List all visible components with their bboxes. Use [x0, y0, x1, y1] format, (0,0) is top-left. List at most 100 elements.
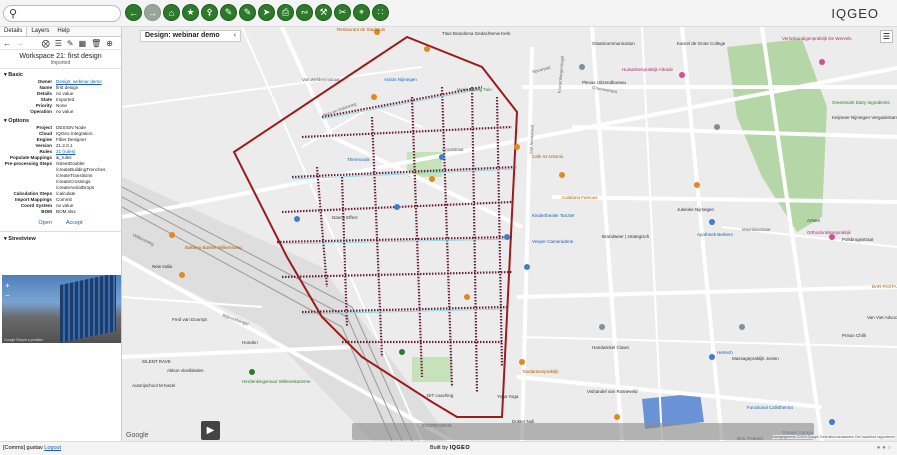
map-place-label[interactable]: Autorijschool M Kazel: [132, 383, 175, 388]
map-place-label[interactable]: Polsbrugsstraat: [842, 237, 873, 242]
panel-tabs: Details Layers Help: [0, 27, 121, 37]
logout-link[interactable]: Logout: [44, 445, 61, 451]
printer-icon[interactable]: ⎙: [277, 4, 294, 21]
map-place-label[interactable]: New India: [152, 264, 172, 269]
map-place-label[interactable]: Thermoods: [347, 157, 370, 162]
property-value: BOM.xlsx: [56, 209, 76, 214]
cut-icon[interactable]: ✂: [334, 4, 351, 21]
map-place-label[interactable]: Brandweer | strategisch: [602, 234, 649, 239]
user-info: [Comms] gustav Logout: [3, 445, 62, 451]
tab-help[interactable]: Help: [53, 27, 73, 36]
route-icon[interactable]: ∾: [296, 4, 313, 21]
design-title-bar[interactable]: Design: webinar demo ‹: [140, 30, 242, 42]
street-label: Mauritiusstraat: [742, 227, 771, 232]
streetview-image[interactable]: + − Google Report a problem: [2, 275, 121, 343]
map-place-label[interactable]: Bakkery Banket Willemsweg: [185, 245, 242, 250]
map-place-label[interactable]: Honden: [242, 340, 258, 345]
map-place-label[interactable]: Greenmark Dairy Ingredients: [832, 100, 890, 105]
streetview-header[interactable]: ▾ Streetview: [0, 232, 121, 245]
map-place-label[interactable]: Plexus Uitzendbureau: [582, 80, 626, 85]
map-place-label[interactable]: Handwinkel Clown: [592, 345, 629, 350]
map-place-label[interactable]: Apotheek Berkers: [697, 232, 733, 237]
panel-icon-row: ← → ⨂ ☰ ✎ ▦ 🗑 ⊕: [0, 37, 121, 50]
search-input[interactable]: [21, 7, 117, 20]
map-place-label[interactable]: Akkon vloeibleden: [167, 368, 204, 373]
delete-icon[interactable]: 🗑: [91, 39, 101, 48]
workspace-header: Workspace 21: first design Imported: [0, 50, 121, 69]
map-place-label[interactable]: Jukeoke Nijmegen: [677, 207, 714, 212]
map-place-label[interactable]: Yoga Yoga: [497, 394, 518, 399]
tag-icon[interactable]: ⚴: [201, 4, 218, 21]
send-icon[interactable]: ➤: [258, 4, 275, 21]
share-icon[interactable]: ∷: [372, 4, 389, 21]
map-place-label[interactable]: DIT coaching: [427, 393, 453, 398]
map-place-label[interactable]: Hertech: [717, 350, 733, 355]
home-icon[interactable]: ⌂: [163, 4, 180, 21]
map-place-label[interactable]: Van Viet Advocaten: [867, 315, 897, 320]
map-tools: ← → ⌂ ★ ⚴ ✎ ✎ ➤ ⎙ ∾ ⚒ ✂ ⌖ ∷: [125, 4, 389, 23]
grid-icon[interactable]: ▦: [79, 39, 87, 48]
property-row: BOM BOM.xlsx: [0, 209, 121, 215]
map-place-label[interactable]: BAR PASTA: [872, 284, 897, 289]
network-icon[interactable]: ⌖: [353, 4, 370, 21]
map-place-label[interactable]: Fred van Doompt: [172, 317, 207, 322]
edit-icon[interactable]: ✎: [67, 39, 74, 48]
map-place-label[interactable]: Vishandel van Rosseveld: [587, 389, 637, 394]
map-place-label[interactable]: Action Nijmegen: [384, 77, 417, 82]
close-circle-icon[interactable]: ⨂: [42, 39, 50, 48]
map-place-label[interactable]: Tandartsenpraktijk: [522, 369, 559, 374]
tab-details[interactable]: Details: [0, 27, 28, 36]
map-place-label[interactable]: Keijmeer Nijmegen Vergaderkamer: [832, 115, 897, 120]
streetview-zoom-controls[interactable]: + −: [5, 281, 15, 301]
accept-button[interactable]: Accept: [63, 219, 86, 227]
tools-icon[interactable]: ⚒: [315, 4, 332, 21]
tab-layers[interactable]: Layers: [27, 27, 53, 36]
street-label: Van Welderenstraat: [302, 77, 340, 82]
map-place-label[interactable]: Calafaria Famous: [562, 195, 598, 200]
street-label: Sint Annastraat: [528, 124, 535, 155]
street-label: Grootstraat: [442, 147, 464, 152]
google-logo: Google: [126, 432, 149, 439]
map-place-label[interactable]: Orthodontistenpraktijk: [807, 230, 851, 235]
map-place-label[interactable]: Glasslcommunication: [592, 41, 635, 46]
back-arrow-icon[interactable]: ←: [125, 4, 142, 21]
map-place-label[interactable]: Titus Brandsma Gedachtenis Kerk: [442, 31, 510, 36]
map-place-label[interactable]: Kinderthealer Tanzter: [532, 213, 575, 218]
play-icon[interactable]: ▶: [201, 421, 220, 440]
map-place-label[interactable]: Massagepraktijk Josien: [732, 356, 779, 361]
zoom-icon[interactable]: ⊕: [106, 39, 113, 48]
map-canvas[interactable]: [122, 27, 897, 441]
timeline-slider[interactable]: [352, 423, 814, 440]
options-section-header[interactable]: ▾ Options: [0, 115, 121, 125]
map-place-label[interactable]: Kanrel de Grote College: [677, 41, 725, 46]
map-place-label[interactable]: SILENT RAVE: [142, 359, 171, 364]
map-place-label[interactable]: Vesper Cameraderie: [532, 239, 573, 244]
back-arrow-icon[interactable]: ←: [3, 39, 11, 48]
map-place-label[interactable]: Verloskundigenpraktijk De Wervels: [782, 36, 851, 41]
forward-arrow-icon[interactable]: →: [144, 4, 161, 21]
map-place-label[interactable]: Huisartsenpraktijk Altrade: [622, 67, 673, 72]
map-view[interactable]: Design: webinar demo ‹ ☰ Restaurant de St…: [122, 27, 897, 441]
layers-icon[interactable]: ☰: [880, 30, 893, 43]
status-indicators: ● ● ○: [876, 445, 891, 451]
map-place-label[interactable]: Restaurant de Stadstuin: [337, 27, 385, 32]
pencil-icon[interactable]: ✎: [239, 4, 256, 21]
map-place-label[interactable]: Artsen: [807, 218, 820, 223]
map-place-label[interactable]: Herdenkingsmuur Willemskazerne: [242, 379, 311, 384]
workspace-status: Imported: [50, 60, 71, 66]
map-place-label[interactable]: Functional Calisthenics: [747, 405, 793, 410]
workspace-title: Workspace 21: first design: [19, 53, 102, 60]
open-button[interactable]: Open: [35, 219, 54, 227]
search-box[interactable]: ⚲: [3, 5, 121, 22]
map-place-label[interactable]: Hoek Haring Tuin: [457, 87, 492, 92]
basic-properties: Owner Design: webinar demo Name first desig…: [0, 79, 121, 115]
map-place-label[interactable]: Dance Effect: [332, 215, 358, 220]
list-icon[interactable]: ☰: [55, 39, 62, 48]
status-bar: [Comms] gustav Logout Built by IQGEO ● ●…: [0, 441, 897, 455]
map-place-label[interactable]: Cafe St Antonio: [532, 154, 563, 159]
forward-arrow-icon[interactable]: →: [16, 39, 24, 48]
pencil-icon[interactable]: ✎: [220, 4, 237, 21]
basic-section-header[interactable]: ▾ Basic: [0, 69, 121, 79]
star-icon[interactable]: ★: [182, 4, 199, 21]
map-place-label[interactable]: Prison Chilli: [842, 333, 866, 338]
